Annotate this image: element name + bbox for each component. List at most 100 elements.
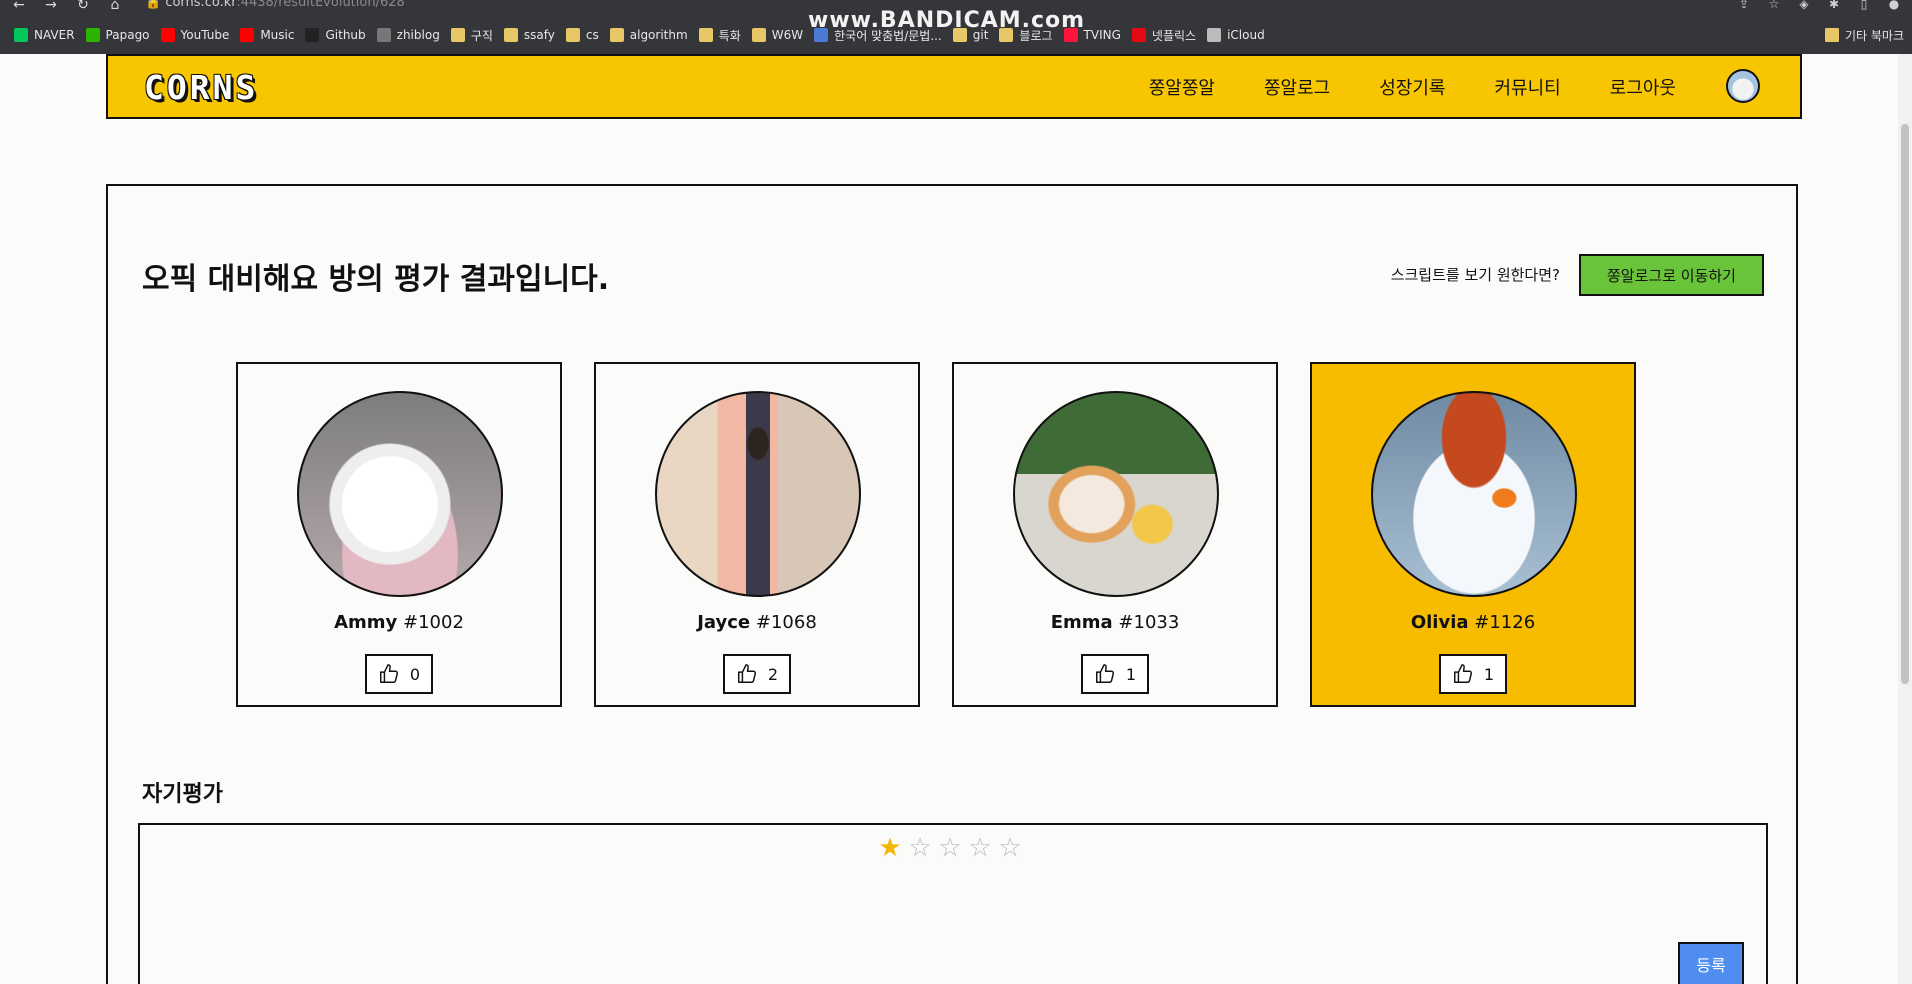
- like-button[interactable]: 1: [1439, 654, 1507, 694]
- bookmark-item[interactable]: NAVER: [12, 28, 84, 42]
- participant-name: Emma #1033: [954, 612, 1276, 633]
- star-icon[interactable]: ★: [877, 835, 903, 861]
- participant-id: #1002: [403, 612, 464, 633]
- nav-jjongal[interactable]: 쫑알쫑알: [1149, 74, 1215, 100]
- bookmark-item[interactable]: Papago: [84, 28, 159, 42]
- reload-icon[interactable]: ↻: [74, 0, 92, 14]
- bookmark-item[interactable]: Music: [238, 28, 303, 42]
- sidebar-icon[interactable]: ▯: [1856, 0, 1872, 12]
- participant-id: #1068: [755, 612, 817, 633]
- folder-icon: [952, 28, 967, 42]
- participant-nickname: Ammy: [334, 612, 398, 633]
- bookmark-item[interactable]: TVING: [1062, 28, 1130, 42]
- like-button[interactable]: 1: [1081, 654, 1149, 694]
- other-bookmarks[interactable]: 기타 북마크: [1824, 22, 1912, 48]
- bookmark-label: Music: [260, 28, 295, 42]
- like-count: 1: [1125, 664, 1137, 684]
- like-button[interactable]: 0: [365, 654, 433, 694]
- bookmark-item[interactable]: 한국어 맞춤법/문법...: [812, 27, 951, 44]
- netflix-icon: [1131, 28, 1146, 42]
- zhiblog-icon: [376, 28, 391, 42]
- avatar[interactable]: [1726, 69, 1760, 103]
- nav-jjongal-log[interactable]: 쫑알로그: [1264, 74, 1330, 100]
- participant-card[interactable]: Emma #1033 1: [952, 362, 1278, 707]
- star-icon[interactable]: ☆: [907, 835, 933, 861]
- star-bookmark-icon[interactable]: ☆: [1766, 0, 1782, 12]
- nav-community[interactable]: 커뮤니티: [1495, 74, 1561, 100]
- star-icon[interactable]: ☆: [937, 835, 963, 861]
- music-icon: [240, 28, 255, 42]
- like-button[interactable]: 2: [723, 654, 791, 694]
- page-title: 오픽 대비해요 방의 평가 결과입니다.: [142, 262, 610, 297]
- bookmark-item[interactable]: ssafy: [502, 28, 564, 42]
- bookmark-item[interactable]: iCloud: [1205, 28, 1274, 42]
- bookmark-label: cs: [585, 28, 599, 42]
- bookmark-item[interactable]: 블로그: [997, 27, 1061, 44]
- participant-id: #1126: [1474, 612, 1536, 633]
- youtube-icon: [160, 28, 175, 42]
- bookmark-label: 넷플릭스: [1151, 28, 1197, 43]
- nav-growth-record[interactable]: 성장기록: [1379, 74, 1445, 100]
- scrollbar-thumb[interactable]: [1901, 124, 1909, 684]
- papago-icon: [85, 28, 100, 42]
- star-icon[interactable]: ☆: [997, 835, 1023, 861]
- folder-icon: [565, 28, 580, 42]
- bookmark-item[interactable]: W6W: [750, 28, 812, 42]
- folder-icon: [609, 28, 624, 42]
- participant-name: Jayce #1068: [596, 612, 918, 633]
- folder-icon: [999, 28, 1014, 42]
- snowman-with-hat-photo: [1371, 391, 1577, 597]
- naver-icon: [14, 28, 28, 42]
- bookmark-item[interactable]: Github: [303, 28, 374, 42]
- script-question: 스크립트를 보기 원한다면?: [1390, 266, 1560, 284]
- bookmark-item[interactable]: zhiblog: [375, 28, 449, 42]
- bookmark-item[interactable]: algorithm: [608, 28, 697, 42]
- bookmark-label: W6W: [771, 28, 804, 42]
- bookmark-item[interactable]: cs: [564, 28, 608, 42]
- nav-logout[interactable]: 로그아웃: [1610, 74, 1676, 100]
- bookmark-label: 블로그: [1019, 28, 1053, 43]
- participant-id: #1033: [1118, 612, 1180, 633]
- folder-icon: [698, 28, 713, 42]
- sleeping-white-dog-photo: [297, 391, 503, 597]
- page-scrollbar[interactable]: [1898, 54, 1912, 984]
- address-bar[interactable]: 🔒 corns.co.kr:4438/resultEvolution/628: [145, 0, 1425, 12]
- bookmark-label: YouTube: [180, 28, 230, 42]
- extension-icons: ⇪ ☆ ◈ ✱ ▯ ●: [1736, 0, 1902, 12]
- extension-icon[interactable]: ◈: [1796, 0, 1812, 12]
- bookmark-item[interactable]: 특화: [697, 27, 750, 44]
- participant-card[interactable]: Jayce #1068 2: [594, 362, 920, 707]
- participant-nickname: Emma: [1050, 612, 1113, 633]
- submit-button[interactable]: 등록: [1678, 942, 1744, 984]
- participant-card[interactable]: Olivia #1126 1: [1310, 362, 1636, 707]
- puzzle-icon[interactable]: ✱: [1826, 0, 1842, 12]
- participant-name: Ammy #1002: [238, 612, 560, 633]
- participant-card[interactable]: Ammy #1002 0: [236, 362, 562, 707]
- profile-icon[interactable]: ●: [1886, 0, 1902, 12]
- url-host: corns.co.kr: [165, 0, 237, 10]
- bookmark-label: algorithm: [629, 28, 688, 42]
- woman-in-closet-photo: [655, 391, 861, 597]
- bookmarks-bar: NAVER Papago YouTube Music Github zhiblog 구직 ss…: [0, 22, 1912, 48]
- site-header: CORNS 쫑알쫑알 쫑알로그 성장기록 커뮤니티 로그아웃: [106, 54, 1802, 119]
- bookmark-item[interactable]: 구직: [449, 27, 502, 44]
- result-panel: 오픽 대비해요 방의 평가 결과입니다. 스크립트를 보기 원한다면? 쫑알로그…: [106, 184, 1798, 984]
- self-eval-box[interactable]: ★ ☆ ☆ ☆ ☆ 등록: [138, 823, 1768, 984]
- go-to-log-button[interactable]: 쫑알로그로 이동하기: [1579, 254, 1764, 296]
- bookmark-label: 구직: [470, 28, 493, 43]
- thumbs-up-icon: [1453, 664, 1472, 683]
- thumbs-up-icon: [379, 664, 398, 683]
- home-icon[interactable]: ⌂: [106, 0, 124, 14]
- bookmark-item[interactable]: 넷플릭스: [1130, 27, 1205, 44]
- folder-icon: [751, 28, 766, 42]
- forward-icon[interactable]: →: [42, 0, 60, 14]
- bookmark-item[interactable]: YouTube: [159, 28, 239, 42]
- share-icon[interactable]: ⇪: [1736, 0, 1752, 12]
- thumbs-up-icon: [737, 664, 756, 683]
- like-count: 0: [409, 664, 421, 684]
- back-icon[interactable]: ←: [10, 0, 28, 14]
- bookmark-item[interactable]: git: [951, 28, 998, 42]
- logo[interactable]: CORNS: [144, 68, 258, 107]
- star-icon[interactable]: ☆: [967, 835, 993, 861]
- folder-icon: [450, 28, 465, 42]
